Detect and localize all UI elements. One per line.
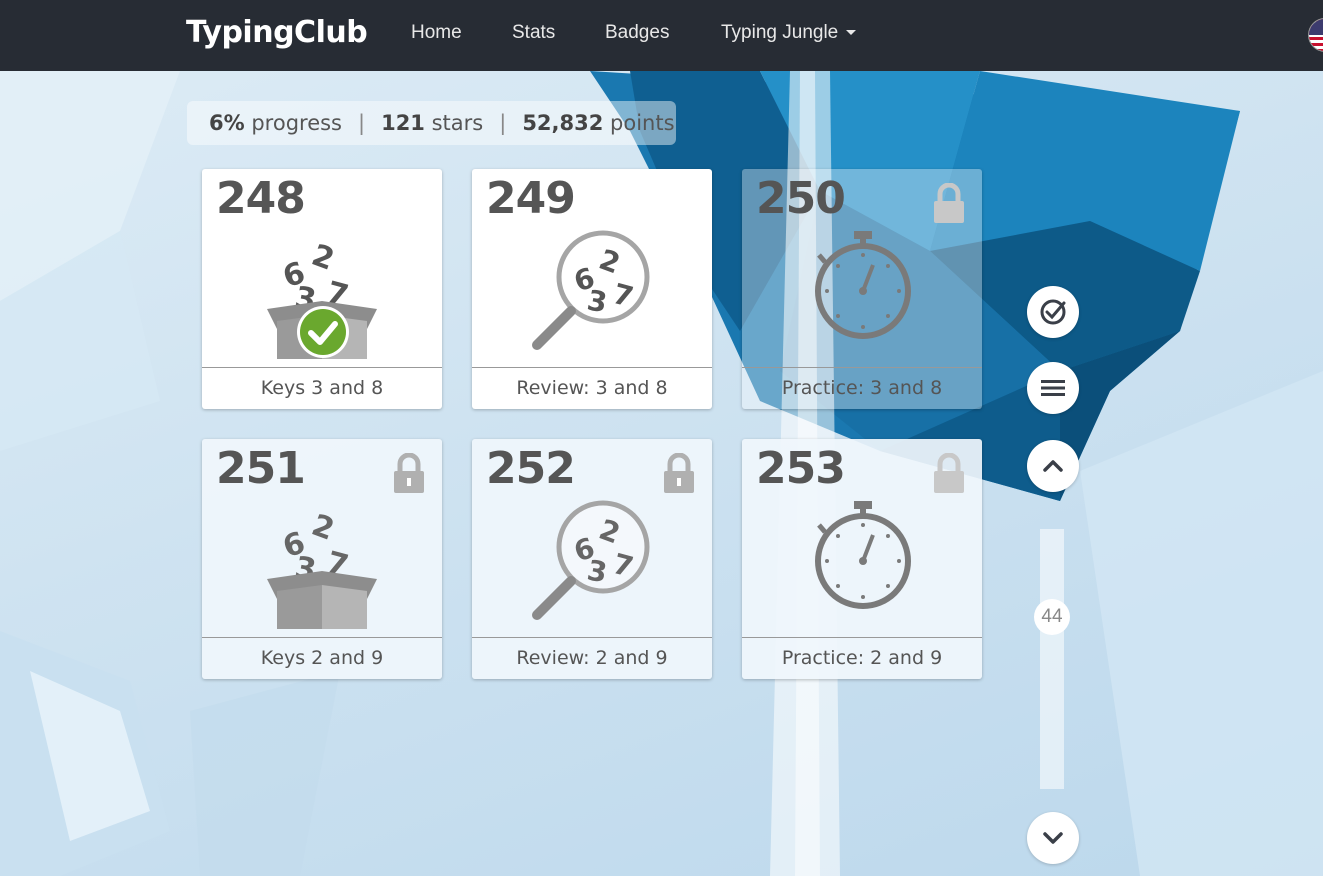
check-circle-icon: [1040, 299, 1066, 325]
caret-down-icon: [846, 30, 857, 36]
progress-summary: 6% progress | 121 stars | 52,832 points: [187, 101, 676, 145]
nav-stats[interactable]: Stats: [512, 22, 555, 44]
chevron-up-icon: [1043, 460, 1063, 472]
menu-icon: [1041, 380, 1065, 396]
box-icon: 6 2 3 7: [267, 508, 377, 629]
lesson-card-249[interactable]: 249 6 2 3 7 Review: 3 and 8: [472, 169, 712, 409]
lesson-title: Practice: 2 and 9: [742, 637, 982, 679]
lesson-card-253[interactable]: 253 Practice: 2 and 9: [742, 439, 982, 679]
lesson-title: Keys 3 and 8: [202, 367, 442, 409]
svg-text:2: 2: [307, 238, 339, 278]
top-navbar: TypingClub Home Stats Badges Typing Jung…: [0, 0, 1323, 71]
stars-label: stars: [431, 111, 484, 135]
magnifier-icon: 6 2 3 7: [532, 230, 650, 350]
progress-label: progress: [251, 111, 342, 135]
svg-text:2: 2: [307, 508, 339, 548]
scroll-up-button[interactable]: [1027, 440, 1079, 492]
lock-icon: [934, 453, 964, 493]
menu-button[interactable]: [1027, 362, 1079, 414]
check-circle-button[interactable]: [1027, 286, 1079, 338]
nav-badges[interactable]: Badges: [605, 22, 669, 44]
nav-typing-jungle-label: Typing Jungle: [721, 22, 839, 43]
lesson-card-250[interactable]: 250 Practice: 3 and 8: [742, 169, 982, 409]
lesson-card-251[interactable]: 251 6 2 3 7 Keys 2 and 9: [202, 439, 442, 679]
lock-icon: [664, 453, 694, 493]
lesson-title: Keys 2 and 9: [202, 637, 442, 679]
points-label: points: [610, 111, 675, 135]
points-count: 52,832: [522, 111, 604, 135]
us-flag-icon[interactable]: [1308, 18, 1323, 52]
lesson-title: Review: 2 and 9: [472, 637, 712, 679]
stopwatch-icon: [815, 501, 911, 609]
lock-icon: [934, 183, 964, 223]
scroll-down-button[interactable]: [1027, 812, 1079, 864]
nav-typing-jungle-dropdown[interactable]: Typing Jungle: [721, 22, 857, 44]
nav-home[interactable]: Home: [411, 22, 462, 44]
lesson-card-252[interactable]: 252 6 2 3 7 Review: 2 and 9: [472, 439, 712, 679]
lesson-card-248[interactable]: 248 6 2 3 7 Keys 3 and 8: [202, 169, 442, 409]
scroll-track[interactable]: [1040, 529, 1064, 789]
lesson-title: Review: 3 and 8: [472, 367, 712, 409]
completed-check-icon: [297, 306, 349, 358]
stars-count: 121: [381, 111, 425, 135]
magnifier-icon: 6 2 3 7: [532, 500, 650, 620]
scroll-thumb[interactable]: 44: [1034, 599, 1070, 635]
lesson-title: Practice: 3 and 8: [742, 367, 982, 409]
chevron-down-icon: [1043, 832, 1063, 844]
stopwatch-icon: [815, 231, 911, 339]
lock-icon: [394, 453, 424, 493]
progress-percent: 6%: [209, 111, 245, 135]
brand-logo[interactable]: TypingClub: [186, 15, 368, 50]
